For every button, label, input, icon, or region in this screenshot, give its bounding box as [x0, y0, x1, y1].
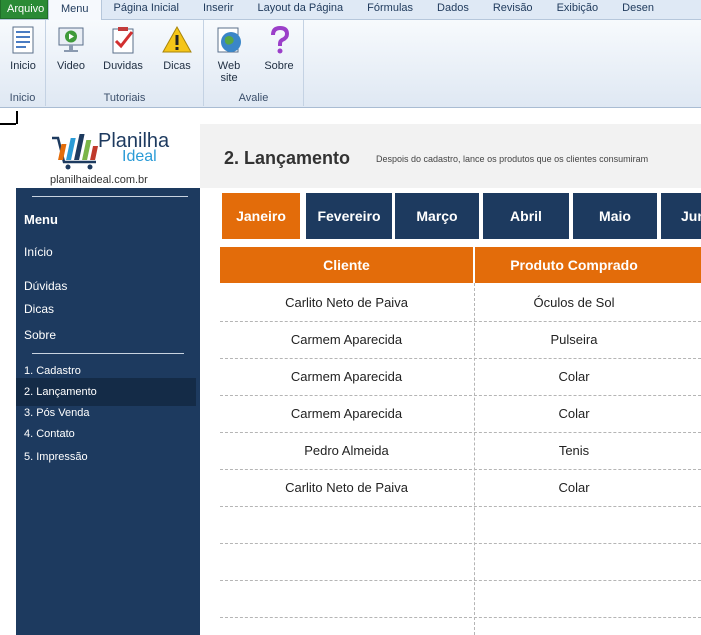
group-inicio: Inicio Inicio — [0, 20, 46, 106]
group-tutoriais-label: Tutoriais — [103, 92, 146, 104]
cell-cliente[interactable]: Carmem Aparecida — [220, 321, 473, 358]
group-avalie-label: Avalie — [238, 92, 269, 104]
logo-text-ideal: Ideal — [122, 148, 157, 165]
month-tab-marco[interactable]: Março — [395, 193, 479, 239]
sobre-button[interactable]: Sobre — [256, 24, 302, 72]
website-button-label: Web site — [217, 60, 241, 84]
group-avalie: Web site Sobre Avalie — [204, 20, 304, 106]
warning-icon — [162, 25, 192, 53]
dicas-button[interactable]: Dicas — [154, 24, 200, 72]
tab-layout-da-pagina[interactable]: Layout da Página — [246, 0, 356, 19]
column-header-produto: Produto Comprado — [475, 247, 701, 283]
row-divider — [220, 506, 701, 507]
cell-cliente[interactable]: Pedro Almeida — [220, 432, 473, 469]
video-button[interactable]: Video — [48, 24, 94, 72]
dicas-button-label: Dicas — [163, 60, 191, 72]
cell-produto[interactable]: Óculos de Sol — [475, 284, 701, 321]
tab-revisao[interactable]: Revisão — [481, 0, 545, 19]
column-header-cliente: Cliente — [220, 247, 473, 283]
tab-inserir[interactable]: Inserir — [191, 0, 246, 19]
row-divider — [220, 617, 701, 618]
page-title: 2. Lançamento — [224, 148, 351, 168]
logo: Planilha Ideal planilhaideal.com.br — [16, 124, 200, 188]
cell-produto[interactable]: Colar — [475, 469, 701, 506]
row-divider — [220, 580, 701, 581]
video-button-label: Video — [57, 60, 85, 72]
video-icon — [58, 27, 84, 52]
sidebar-title: Menu — [24, 212, 58, 227]
ribbon-panel: Inicio Inicio Video Duvidas Dicas Tutori… — [0, 20, 701, 108]
row-divider — [220, 543, 701, 544]
sidebar-item-inicio[interactable]: Início — [24, 245, 53, 259]
selected-cell-marker[interactable] — [0, 111, 18, 125]
globe-icon — [217, 27, 241, 53]
checklist-icon — [112, 27, 134, 54]
tab-exibicao[interactable]: Exibição — [545, 0, 611, 19]
tab-formulas[interactable]: Fórmulas — [355, 0, 425, 19]
sidebar-item-duvidas[interactable]: Dúvidas — [24, 279, 67, 293]
cell-cliente[interactable]: Carmem Aparecida — [220, 358, 473, 395]
tab-pagina-inicial[interactable]: Página Inicial — [102, 0, 191, 19]
duvidas-button[interactable]: Duvidas — [100, 24, 146, 72]
website-button[interactable]: Web site — [206, 24, 252, 84]
inicio-button[interactable]: Inicio — [0, 24, 46, 72]
cell-cliente[interactable]: Carlito Neto de Paiva — [220, 284, 473, 321]
month-tab-fevereiro[interactable]: Fevereiro — [306, 193, 392, 239]
sidebar-item-dicas[interactable]: Dicas — [24, 302, 54, 316]
tab-menu[interactable]: Menu — [48, 0, 102, 20]
sidebar-item-sobre[interactable]: Sobre — [24, 328, 56, 342]
tab-dados[interactable]: Dados — [425, 0, 481, 19]
inicio-button-label: Inicio — [10, 60, 36, 72]
sobre-button-label: Sobre — [264, 60, 294, 72]
sidebar-item-impressao[interactable]: 5. Impressão — [16, 443, 196, 471]
sidebar-top-divider — [32, 196, 188, 197]
document-icon — [12, 26, 34, 54]
page-subtitle: Despois do cadastro, lance os produtos q… — [376, 154, 649, 164]
cell-cliente[interactable]: Carlito Neto de Paiva — [220, 469, 473, 506]
ribbon-tab-bar: Arquivo Menu Página Inicial Inserir Layo… — [0, 0, 701, 20]
sidebar: Menu Início Dúvidas Dicas Sobre 1. Cadas… — [16, 188, 200, 635]
month-tab-maio[interactable]: Maio — [573, 193, 657, 239]
group-inicio-label: Inicio — [9, 92, 36, 104]
logo-url: planilhaideal.com.br — [50, 174, 148, 186]
cell-produto[interactable]: Colar — [475, 358, 701, 395]
month-tab-abril[interactable]: Abril — [483, 193, 569, 239]
tab-arquivo[interactable]: Arquivo — [0, 0, 48, 19]
page-header: 2. Lançamento Despois do cadastro, lance… — [200, 124, 701, 188]
cell-produto[interactable]: Colar — [475, 395, 701, 432]
tab-desenvolvedor[interactable]: Desen — [610, 0, 666, 19]
sidebar-divider — [32, 353, 184, 354]
cell-cliente[interactable]: Carmem Aparecida — [220, 395, 473, 432]
question-icon — [271, 25, 290, 54]
month-tab-junho[interactable]: Jun — [661, 193, 701, 239]
month-tab-janeiro[interactable]: Janeiro — [222, 193, 300, 239]
cell-produto[interactable]: Pulseira — [475, 321, 701, 358]
cell-produto[interactable]: Tenis — [475, 432, 701, 469]
duvidas-button-label: Duvidas — [103, 60, 143, 72]
group-tutoriais: Video Duvidas Dicas Tutoriais — [46, 20, 204, 106]
